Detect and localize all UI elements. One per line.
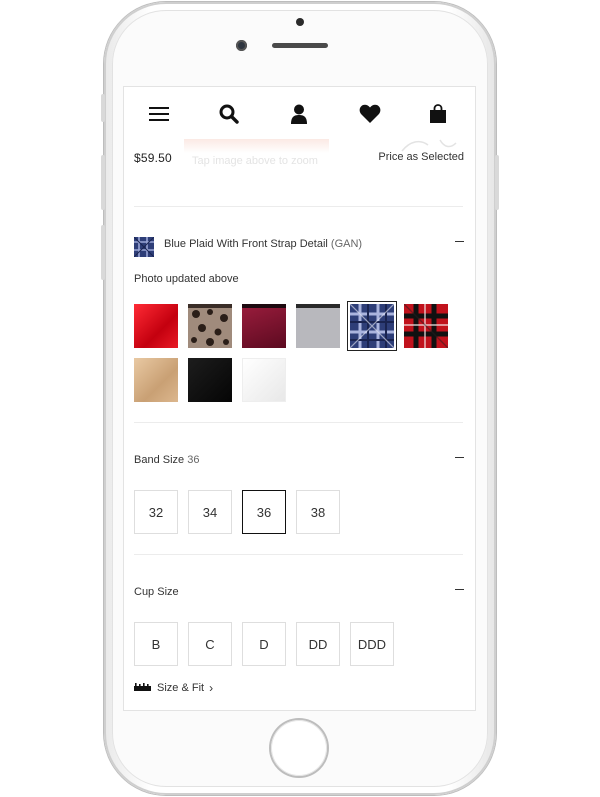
chevron-right-icon: › xyxy=(209,681,214,695)
band-size-option-selected[interactable]: 36 xyxy=(242,490,286,534)
cup-size-option[interactable]: DD xyxy=(296,622,340,666)
swatch-black[interactable] xyxy=(188,358,232,402)
swatch-white[interactable] xyxy=(242,358,286,402)
cup-size-option[interactable]: D xyxy=(242,622,286,666)
bag-icon[interactable] xyxy=(427,103,449,125)
photo-updated-note: Photo updated above xyxy=(134,273,239,285)
front-camera xyxy=(236,40,247,51)
menu-icon[interactable] xyxy=(148,103,170,125)
band-size-option[interactable]: 34 xyxy=(188,490,232,534)
selected-color-thumbnail xyxy=(133,236,155,258)
selected-color-name: Blue Plaid With Front Strap Detail (GAN) xyxy=(164,238,362,250)
volume-down-button xyxy=(101,225,105,280)
cup-size-option[interactable]: C xyxy=(188,622,232,666)
cup-size-label: Cup Size xyxy=(134,586,179,598)
swatch-red[interactable] xyxy=(134,304,178,348)
divider xyxy=(134,206,463,207)
ruler-icon xyxy=(134,682,157,694)
product-price: $59.50 xyxy=(134,151,172,165)
home-button[interactable] xyxy=(271,720,327,776)
band-size-option[interactable]: 38 xyxy=(296,490,340,534)
band-size-option[interactable]: 32 xyxy=(134,490,178,534)
product-image-edge[interactable] xyxy=(184,139,329,153)
color-name-text: Blue Plaid With Front Strap Detail xyxy=(164,238,328,250)
account-icon[interactable] xyxy=(288,103,310,125)
swatch-leopard-lace[interactable] xyxy=(188,304,232,348)
search-icon[interactable] xyxy=(218,103,240,125)
color-collapse-toggle[interactable] xyxy=(455,241,464,242)
heart-icon[interactable] xyxy=(359,103,381,125)
price-as-selected: Price as Selected xyxy=(378,151,464,163)
swatch-nude[interactable] xyxy=(134,358,178,402)
color-code: (GAN) xyxy=(330,238,363,250)
band-size-title: Band Size xyxy=(134,454,185,466)
size-and-fit-label: Size & Fit xyxy=(157,682,205,694)
swatch-burgundy-lace[interactable] xyxy=(242,304,286,348)
divider xyxy=(134,554,463,555)
mute-switch xyxy=(101,94,105,122)
size-and-fit-link[interactable]: Size & Fit › xyxy=(134,681,213,695)
top-navbar xyxy=(124,87,475,139)
cup-collapse-toggle[interactable] xyxy=(455,589,464,590)
cup-size-option[interactable]: DDD xyxy=(350,622,394,666)
zoom-hint: Tap image above to zoom xyxy=(192,155,318,167)
divider xyxy=(134,422,463,423)
phone-screen: $59.50 Tap image above to zoom Price as … xyxy=(124,87,475,710)
swatch-blue-plaid[interactable] xyxy=(347,301,397,351)
sensor-dot xyxy=(296,18,304,26)
band-collapse-toggle[interactable] xyxy=(455,457,464,458)
volume-up-button xyxy=(101,155,105,210)
cup-size-option[interactable]: B xyxy=(134,622,178,666)
band-size-value: 36 xyxy=(187,454,200,466)
earpiece-speaker xyxy=(272,43,328,48)
swatch-red-plaid[interactable] xyxy=(403,303,449,349)
power-button xyxy=(495,155,499,210)
swatch-grey[interactable] xyxy=(296,304,340,348)
band-size-label: Band Size 36 xyxy=(134,454,199,466)
